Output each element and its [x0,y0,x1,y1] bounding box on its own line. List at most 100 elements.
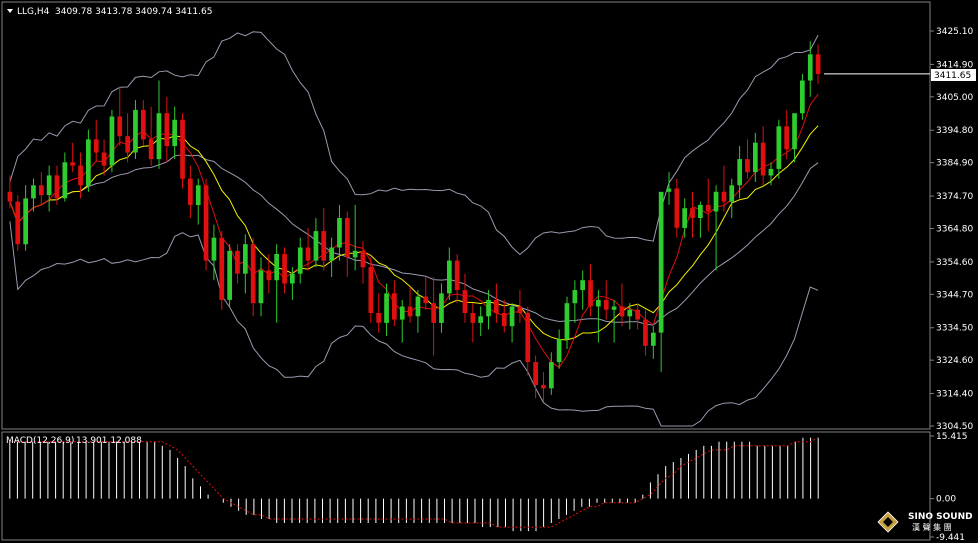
candle-body [517,306,523,314]
candle-body [203,185,209,261]
current-price-marker: 3411.65 [931,69,976,81]
candle-body [329,247,334,261]
y-tick-label: 3384.90 [936,159,973,169]
macd-y-tick-label: -9.441 [936,533,965,543]
candle-body [70,162,75,166]
candle-body [439,293,444,323]
ma-fast-line [9,93,819,369]
candle-body [737,159,742,186]
candle-body [792,113,797,150]
y-tick-label: 3405.00 [936,93,973,103]
candle-body [282,254,287,284]
y-tick-label: 3314.40 [936,390,973,400]
candle-body [313,231,319,261]
candle-body [46,175,52,196]
candle-body [164,113,170,146]
candle-body [525,313,531,363]
candle-body [227,250,232,300]
candle-body [156,113,162,160]
candle-body [211,237,217,261]
symbol-label: LLG,H4 [17,7,50,17]
candle-body [494,299,499,313]
candle-body [54,175,60,199]
candle-body [611,306,617,310]
candle-body [760,142,766,176]
y-tick-label: 3354.60 [936,258,973,268]
candle-body [596,299,601,307]
candle-body [501,313,507,327]
y-tick-label: 3364.80 [936,225,973,235]
candle-body [415,296,421,317]
macd-plot [9,437,819,532]
ohlc-label: 3409.78 3413.78 3409.74 3411.65 [55,7,212,17]
candle-body [807,54,813,81]
y-tick-label: 3425.10 [936,27,973,37]
candle-body [7,191,13,202]
candle-body [345,218,350,258]
candle-body [556,339,562,363]
candle-body [564,303,570,340]
candle-body [180,119,185,179]
candle-body [462,290,468,313]
candle-body [376,313,381,323]
candle-body [243,244,248,274]
y-tick-label: 3374.70 [936,192,973,202]
y-axis: 3425.10 3414.90 3405.00 3394.80 3384.90 3374.… [930,27,973,432]
bollinger-upper-line [9,31,819,256]
candle-body [392,293,397,320]
y-tick-label: 3414.90 [936,60,973,70]
candle-body [690,208,695,218]
candle-body [93,139,99,153]
main-plot [7,31,930,427]
logo-sub: 漢 聲 集 團 [912,522,952,532]
chart-header: LLG,H4 3409.78 3413.78 3409.74 3411.65 [7,7,212,17]
candle-body [698,204,703,218]
dropdown-triangle-icon[interactable] [7,9,13,13]
candle-body [603,299,609,310]
candle-body [141,109,146,140]
candle-body [776,126,782,169]
candle-body [643,319,648,346]
y-tick-label: 3344.70 [936,290,973,300]
candle-body [470,313,476,323]
candle-body [321,231,327,261]
candle-body [407,306,413,317]
y-tick-label: 3394.80 [936,126,973,136]
candle-body [399,306,405,320]
macd-values: 13.901 12.088 [76,436,142,446]
candle-body [478,316,483,323]
candle-body [148,139,154,160]
price-chart[interactable]: 3425.10 3414.90 3405.00 3394.80 3384.90 3374.… [0,0,978,543]
candle-body [188,178,193,205]
candle-body [674,188,680,228]
candle-body [549,362,554,389]
candle-body [15,201,21,245]
candle-body [651,332,656,346]
candle-body [509,306,515,327]
candle-body [768,168,774,176]
candle-body [31,185,36,199]
candle-body [682,208,687,228]
candle-body [423,296,429,304]
candle-body [274,254,279,281]
candle-body [39,185,44,196]
ma-slow-line [9,125,819,341]
candle-body [360,250,366,268]
candle-body [266,270,272,281]
candle-body [368,267,374,313]
candle-body [431,303,436,323]
candle-body [533,362,538,385]
candle-body [580,280,585,290]
candle-body [62,162,68,199]
main-panel-frame [1,1,931,430]
candle-body [447,260,452,294]
candle-body [729,185,735,202]
bollinger-lower-line [9,221,819,427]
candle-body [713,191,719,212]
candle-body [658,191,664,333]
candle-body [23,198,28,245]
candle-body [133,109,138,153]
candle-body [86,139,91,186]
y-tick-label: 3304.50 [936,422,973,432]
candle-body [486,299,491,317]
